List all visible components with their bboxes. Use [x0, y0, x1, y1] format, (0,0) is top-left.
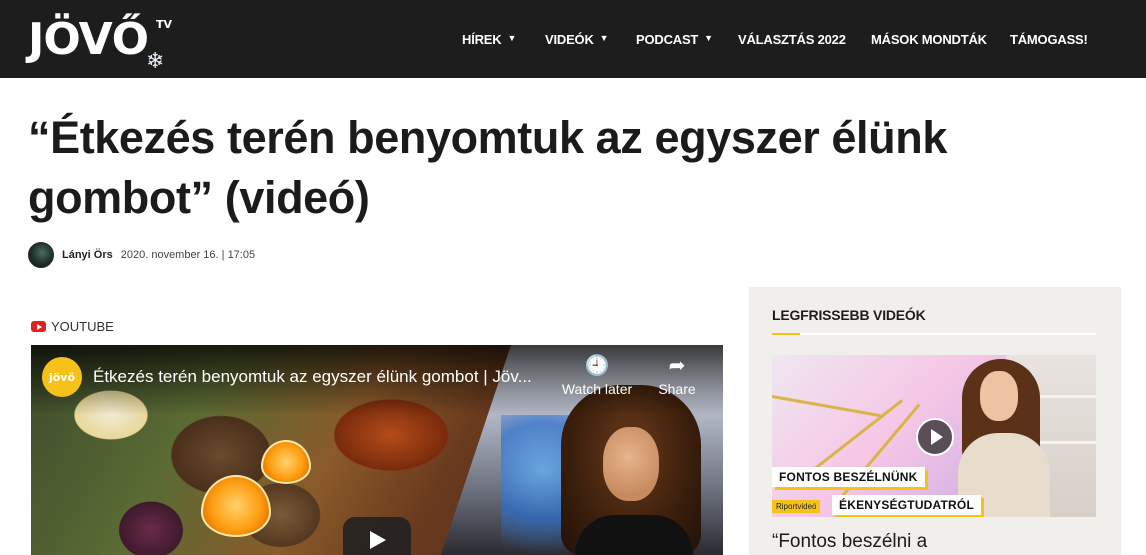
- video-player[interactable]: jövő Étkezés terén benyomtuk az egyszer …: [31, 345, 723, 555]
- watch-later-label: Watch later: [561, 381, 633, 397]
- nav-item-hirek[interactable]: HÍREK ▼: [462, 29, 516, 49]
- video-card-thumbnail[interactable]: FONTOS BESZÉLNÜNK ÉKENYSÉGTUDATRÓL Ripor…: [772, 355, 1096, 517]
- nav-item-masok-mondtak[interactable]: MÁSOK MONDTÁK: [871, 29, 987, 49]
- publish-date: 2020. november 16. | 17:05: [120, 249, 256, 261]
- sidebar-title: LEGFRISSEBB VIDEÓK: [772, 307, 926, 323]
- nav-label: VÁLASZTÁS 2022: [738, 31, 846, 47]
- channel-avatar[interactable]: jövő: [42, 357, 82, 397]
- nav-label: PODCAST: [636, 31, 699, 47]
- presenter-shirt: [575, 515, 693, 555]
- snowflake-icon: ❄: [146, 48, 165, 73]
- share-button[interactable]: ➦ Share: [637, 355, 717, 397]
- youtube-icon: [31, 320, 46, 332]
- watch-later-button[interactable]: 🕘 Watch later: [557, 355, 637, 397]
- logo-text: JÖVŐ: [28, 14, 149, 65]
- share-label: Share: [658, 381, 696, 397]
- nav-item-tamogass[interactable]: TÁMOGASS!: [1010, 29, 1088, 49]
- author-name[interactable]: Lányi Örs: [62, 249, 113, 261]
- nav-label: TÁMOGASS!: [1010, 31, 1088, 47]
- logo-tv-label: TV: [156, 18, 173, 31]
- interviewee-face: [980, 371, 1018, 421]
- play-icon[interactable]: [916, 418, 954, 456]
- nav-item-videok[interactable]: VIDEÓK ▼: [545, 29, 609, 49]
- orange-slice: [261, 440, 311, 484]
- chevron-down-icon: ▼: [704, 33, 713, 43]
- presenter-face: [603, 427, 659, 501]
- site-logo[interactable]: JÖVŐ TV ❄: [28, 12, 178, 74]
- decor-line: [772, 395, 881, 418]
- thumb-caption-line2: ÉKENYSÉGTUDATRÓL: [832, 495, 981, 515]
- avatar[interactable]: [28, 242, 54, 268]
- nav-item-podcast[interactable]: PODCAST ▼: [636, 29, 713, 49]
- interviewee: [952, 355, 1052, 517]
- source-label: YOUTUBE: [31, 318, 114, 334]
- category-badge[interactable]: Riportvideó: [772, 500, 821, 513]
- sidebar-article-title[interactable]: “Fontos beszélni a: [772, 531, 927, 553]
- site-header: JÖVŐ TV ❄ HÍREK ▼ VIDEÓK ▼ PODCAST ▼ VÁL…: [0, 0, 1146, 78]
- nav-label: VIDEÓK: [545, 31, 594, 47]
- chevron-down-icon: ▼: [599, 33, 609, 43]
- sidebar-divider: [772, 333, 1096, 335]
- share-icon: ➦: [668, 355, 686, 377]
- video-title[interactable]: Étkezés terén benyomtuk az egyszer élünk…: [93, 367, 532, 387]
- sidebar-latest-videos: LEGFRISSEBB VIDEÓK FONTOS BESZÉLNÜNK ÉKE…: [749, 287, 1121, 555]
- thumb-caption-line1: FONTOS BESZÉLNÜNK: [772, 467, 925, 487]
- play-icon[interactable]: [343, 517, 411, 555]
- nav-label: MÁSOK MONDTÁK: [871, 31, 987, 47]
- nav-item-valasztas[interactable]: VÁLASZTÁS 2022: [738, 29, 846, 49]
- nav-label: HÍREK: [462, 31, 502, 47]
- article-title: “Étkezés terén benyomtuk az egyszer élün…: [28, 112, 947, 223]
- source-text: YOUTUBE: [51, 318, 114, 334]
- chevron-down-icon: ▼: [507, 33, 517, 43]
- byline: Lányi Örs 2020. november 16. | 17:05: [28, 242, 255, 268]
- clock-icon: 🕘: [584, 355, 610, 377]
